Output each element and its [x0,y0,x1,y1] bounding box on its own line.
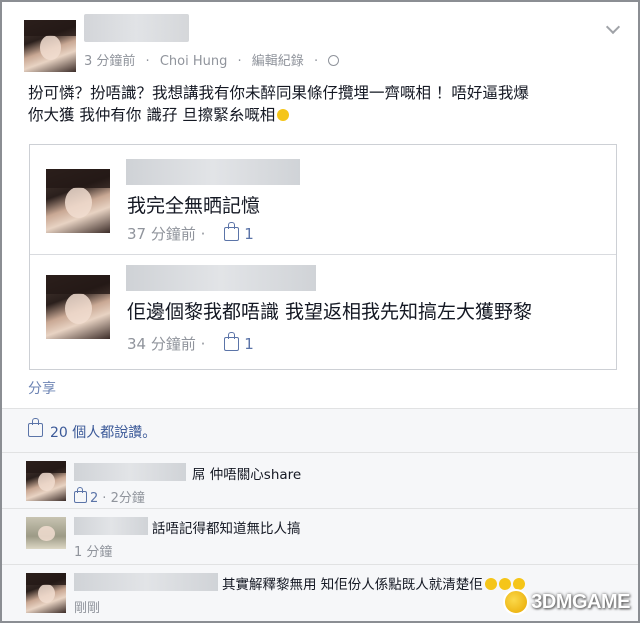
emoji-icon [277,109,290,121]
commenter-avatar[interactable] [26,573,66,613]
meta-separator: · [200,335,206,353]
watermark-logo-icon [503,589,530,615]
meta-separator: · [145,54,150,69]
comment-text: 其實解釋黎無用 知佢份人係點既人就清楚佢 [222,573,525,593]
poster-avatar[interactable] [24,20,76,72]
comment-meta: 34 分鐘前 · 1 [127,332,254,354]
poster-name-blurred[interactable] [84,14,189,42]
post-meta: 3 分鐘前 · Choi Hung · 編輯紀錄 · [84,50,345,69]
thumbs-up-icon[interactable] [224,332,240,351]
meta-separator: · [237,54,242,69]
commenter-name-blurred[interactable] [74,573,218,591]
meta-separator: · [313,54,319,69]
comment-time[interactable]: 2分鐘 [111,491,145,506]
share-link[interactable]: 分享 [28,378,56,398]
commenter-name-blurred[interactable] [126,159,300,185]
chevron-down-icon[interactable] [605,19,621,35]
comment-text: 我完全無晒記憶 [127,195,261,217]
comment-text: 話唔記得都知道無比人搞 [152,521,301,537]
globe-icon[interactable] [328,55,340,66]
comment-time[interactable]: 1 分鐘 [74,545,112,560]
post-time[interactable]: 3 分鐘前 [84,54,135,69]
comment-time[interactable]: 37 分鐘前 [127,225,196,243]
comment-meta: 2 · 2分鐘 [74,487,145,506]
commenter-avatar[interactable] [46,275,110,339]
watermark: 3DMGAME [503,589,630,615]
meta-separator: · [102,491,107,506]
comment-text: 佢邊個黎我都唔識 我望返相我先知搞左大獲野黎 [127,301,533,323]
emoji-icon [484,578,497,590]
comment-row: 屌 仲唔關心share 2 · 2分鐘 [2,453,638,509]
comment-time[interactable]: 剛剛 [74,601,100,616]
like-count[interactable]: 1 [244,335,254,353]
commenter-avatar[interactable] [46,169,110,233]
thumbs-up-icon[interactable] [224,222,240,241]
likes-summary-row: 20 個人都說讚。 [2,409,638,453]
edit-history-link[interactable]: 編輯紀錄 [252,54,304,69]
post-text-line: 你大獲 我仲有你 識孖 旦擦緊糸嘅相 [28,104,628,126]
like-count[interactable]: 2 [90,491,98,506]
meta-separator: · [200,225,206,243]
like-count[interactable]: 1 [244,225,254,243]
shared-comments-box: 我完全無晒記憶 37 分鐘前 · 1 佢邊個黎我都唔識 我望返相我先知搞左大獲野… [29,144,617,370]
comment-meta: 剛剛 [74,597,100,616]
watermark-text: 3DMGAME [531,590,630,613]
likes-summary[interactable]: 20 個人都說讚。 [50,422,156,442]
comment-meta: 37 分鐘前 · 1 [127,222,254,244]
post-body: 扮可憐？扮唔識？我想講我有你未醉同果條仔攬埋一齊嘅相 ！唔好逼我爆 你大獲 我仲… [28,82,628,126]
commenter-name-blurred[interactable] [74,517,148,535]
post-location[interactable]: Choi Hung [160,54,228,69]
thumbs-up-icon [28,418,43,437]
thumbs-up-icon[interactable] [74,487,87,503]
commenter-name-blurred[interactable] [74,463,186,481]
comment-row: 話唔記得都知道無比人搞 1 分鐘 [2,509,638,565]
commenter-name-blurred[interactable] [126,265,316,291]
comment-meta: 1 分鐘 [74,541,112,560]
shared-comment: 我完全無晒記憶 37 分鐘前 · 1 [30,145,616,255]
comment-time[interactable]: 34 分鐘前 [127,335,196,353]
post-card: 3 分鐘前 · Choi Hung · 編輯紀錄 · 扮可憐？扮唔識？我想講我有… [0,0,640,623]
comment-text: 屌 仲唔關心share [192,467,302,483]
post-text-line: 扮可憐？扮唔識？我想講我有你未醉同果條仔攬埋一齊嘅相 ！唔好逼我爆 [28,84,529,102]
shared-comment: 佢邊個黎我都唔識 我望返相我先知搞左大獲野黎 34 分鐘前 · 1 [30,255,616,370]
commenter-avatar[interactable] [26,461,66,501]
commenter-avatar[interactable] [26,517,66,549]
